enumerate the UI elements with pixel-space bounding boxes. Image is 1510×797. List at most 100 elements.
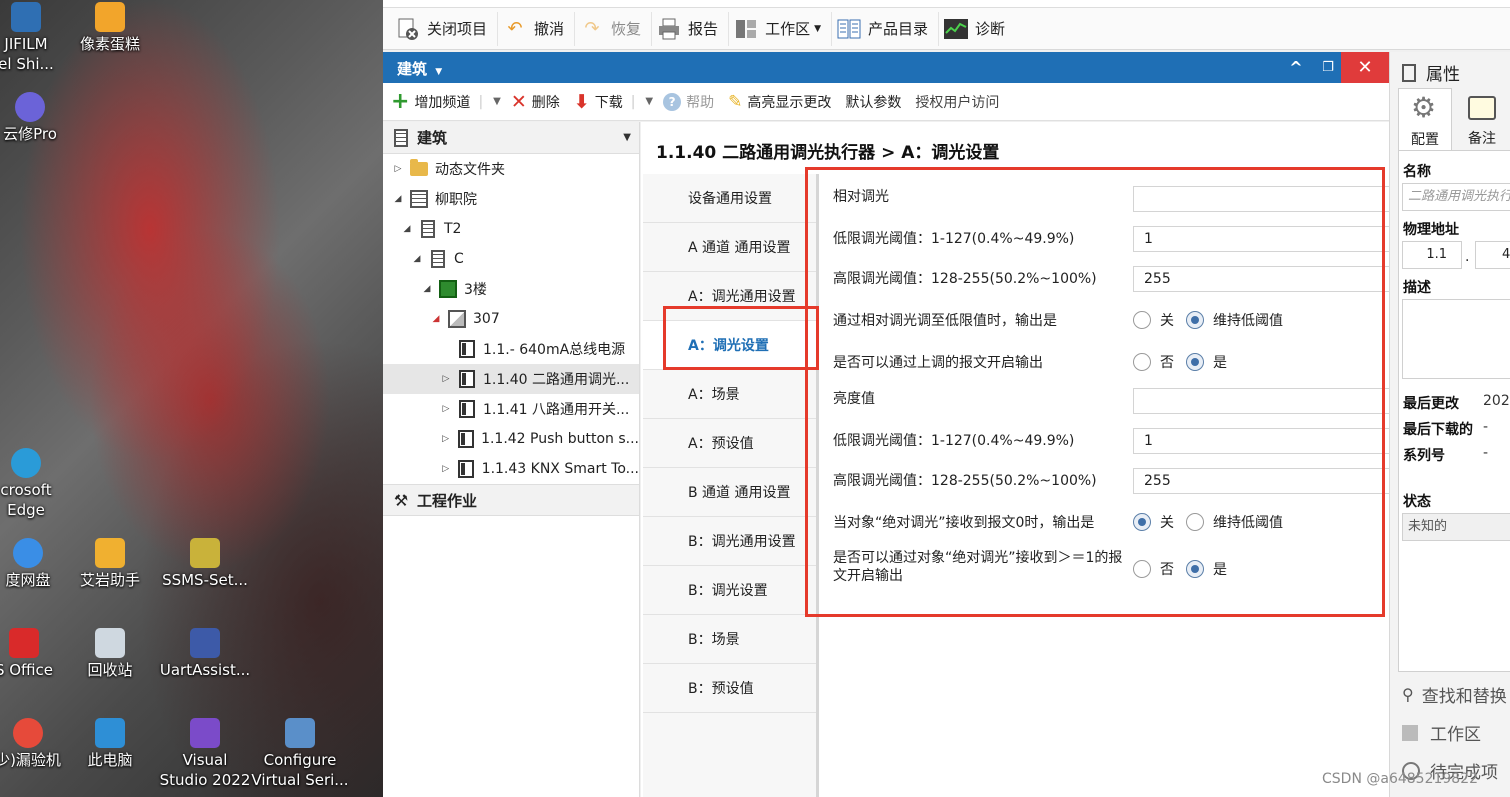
tree-item-liuzhiyuan[interactable]: ◢ 柳职院 bbox=[383, 184, 639, 214]
close-panel-button[interactable]: ✕ bbox=[1341, 52, 1389, 83]
add-channel-button[interactable]: + 增加频道 | bbox=[391, 89, 483, 114]
help-button[interactable]: ? 帮助 bbox=[663, 92, 714, 112]
tree-item-room-307[interactable]: ◢ 307 bbox=[383, 304, 639, 334]
radio-keep-low-threshold[interactable]: 维持低阈值 bbox=[1186, 310, 1283, 330]
tab-b-dimming-general[interactable]: B：调光通用设置 bbox=[643, 517, 816, 566]
description-textarea[interactable] bbox=[1402, 299, 1510, 379]
tree-header-building[interactable]: 建筑 ▼ bbox=[383, 122, 639, 154]
tab-b-scenes[interactable]: B：场景 bbox=[643, 615, 816, 664]
desktop-icon-configure-vsp[interactable]: Configure Virtual Seri... bbox=[250, 718, 350, 790]
radio-no[interactable]: 否 bbox=[1133, 352, 1174, 372]
delete-icon: ✕ bbox=[510, 90, 527, 113]
address-device-input[interactable]: 4 bbox=[1475, 241, 1510, 269]
tab-b-dimming-settings[interactable]: B：调光设置 bbox=[643, 566, 816, 615]
desktop-icon-ssms[interactable]: SSMS-Set... bbox=[155, 538, 255, 590]
name-label: 名称 bbox=[1403, 164, 1431, 180]
tree-header-project-tools[interactable]: ⚒ 工程作业 bbox=[383, 484, 639, 516]
highlight-changes-button[interactable]: ✎ 高亮显示更改 bbox=[728, 92, 831, 112]
radio-keep-low-threshold[interactable]: 维持低阈值 bbox=[1186, 512, 1283, 532]
undo-button[interactable]: ↶ 撤消 bbox=[498, 11, 576, 46]
tree-item-dynamic-folder[interactable]: ▷ 动态文件夹 bbox=[383, 154, 639, 184]
tree-item-device-1-1-42[interactable]: ▷ 1.1.42 Push button s... bbox=[383, 424, 639, 454]
address-area-input[interactable]: 1.1 bbox=[1402, 241, 1462, 269]
param-label: 当对象“绝对调光”接收到报文0时，输出是 bbox=[833, 515, 1095, 531]
radio-off[interactable]: 关 bbox=[1133, 512, 1174, 532]
expand-icon[interactable]: ▷ bbox=[439, 404, 453, 414]
high-threshold-input-2[interactable]: 255 bbox=[1133, 468, 1393, 494]
desktop-icon-yunxiu[interactable]: 云修Pro bbox=[0, 92, 80, 144]
tree-item-device-1-1-40[interactable]: ▷ 1.1.40 二路通用调光... bbox=[383, 364, 639, 394]
tree-item-t2[interactable]: ◢ T2 bbox=[383, 214, 639, 244]
desktop-icon-edge[interactable]: crosoft Edge bbox=[0, 448, 76, 520]
collapse-icon[interactable]: ◢ bbox=[400, 224, 414, 234]
tab-a-dimming-settings[interactable]: A：调光设置 bbox=[643, 321, 816, 370]
tab-a-scenes[interactable]: A：场景 bbox=[643, 370, 816, 419]
expand-icon[interactable]: ▷ bbox=[439, 464, 452, 474]
radio-off[interactable]: 关 bbox=[1133, 310, 1174, 330]
low-threshold-input-1[interactable]: 1 bbox=[1133, 226, 1393, 252]
collapse-button[interactable]: ^ bbox=[1279, 52, 1313, 83]
tab-a-presets[interactable]: A：预设值 bbox=[643, 419, 816, 468]
tab-b-presets[interactable]: B：预设值 bbox=[643, 664, 816, 713]
desktop-icon-this-pc[interactable]: 此电脑 bbox=[60, 718, 160, 770]
desktop-icon-pixcake[interactable]: 像素蛋糕 bbox=[60, 2, 160, 54]
desktop-icon-aiyan[interactable]: 艾岩助手 bbox=[60, 538, 160, 590]
folder-icon bbox=[409, 159, 429, 178]
tree-item-floor-3[interactable]: ◢ 3楼 bbox=[383, 274, 639, 304]
find-replace-pane[interactable]: ⚲ 查找和替换 bbox=[1402, 682, 1507, 707]
expand-icon[interactable]: ▷ bbox=[439, 374, 453, 384]
workspace-dropdown[interactable]: 工作区 ▼ bbox=[729, 11, 832, 46]
device-icon bbox=[457, 370, 477, 388]
tab-config[interactable]: ⚙ 配置 bbox=[1398, 88, 1452, 150]
radio-no[interactable]: 否 bbox=[1133, 559, 1174, 579]
download-button[interactable]: ⬇ 下载 | bbox=[574, 91, 636, 113]
serial-number-value: - bbox=[1483, 445, 1489, 461]
authorize-user-access-button[interactable]: 授权用户访问 bbox=[915, 92, 999, 112]
expand-icon[interactable]: ▷ bbox=[391, 164, 405, 174]
collapse-icon[interactable]: ◢ bbox=[391, 194, 405, 204]
high-threshold-input-1[interactable]: 255 bbox=[1133, 266, 1393, 292]
tree-item-device-1-1-43[interactable]: ▷ 1.1.43 KNX Smart To... bbox=[383, 454, 639, 484]
properties-tabs: ⚙ 配置 备注 bbox=[1398, 88, 1510, 150]
delete-button[interactable]: ✕ 删除 bbox=[511, 91, 560, 113]
restore-button[interactable]: ❐ bbox=[1311, 52, 1345, 83]
report-button[interactable]: 报告 bbox=[652, 11, 730, 46]
redo-button[interactable]: ↷ 恢复 bbox=[575, 11, 653, 46]
download-chevron-icon[interactable]: ▼ bbox=[645, 96, 653, 107]
panel-title-dropdown[interactable]: 建筑 ▼ bbox=[397, 58, 442, 79]
expand-icon[interactable]: ▷ bbox=[439, 434, 452, 444]
tab-a-dimming-general[interactable]: A：调光通用设置 bbox=[643, 272, 816, 321]
collapse-icon[interactable]: ◢ bbox=[410, 254, 424, 264]
tree-item-device-1-1-41[interactable]: ▷ 1.1.41 八路通用开关... bbox=[383, 394, 639, 424]
desktop-icon-visual-studio[interactable]: Visual Studio 2022 bbox=[155, 718, 255, 790]
collapse-icon[interactable]: ◢ bbox=[420, 284, 434, 294]
tab-notes[interactable]: 备注 bbox=[1455, 88, 1509, 150]
low-threshold-input-2[interactable]: 1 bbox=[1133, 428, 1393, 454]
tab-b-channel-general[interactable]: B 通道 通用设置 bbox=[643, 468, 816, 517]
serial-number-label: 系列号 bbox=[1403, 448, 1445, 464]
tree-item-device-power-supply[interactable]: 1.1.- 640mA总线电源 bbox=[383, 334, 639, 364]
divider: | bbox=[478, 93, 484, 110]
tab-device-general[interactable]: 设备通用设置 bbox=[643, 174, 816, 223]
tab-a-channel-general[interactable]: A 通道 通用设置 bbox=[643, 223, 816, 272]
building-tree: 建筑 ▼ ▷ 动态文件夹 ◢ 柳职院 ◢ T2 ◢ C ◢ 3楼 ◢ 307 1… bbox=[383, 122, 640, 797]
catalog-button[interactable]: 产品目录 bbox=[832, 11, 940, 46]
properties-config-body: 名称 二路通用调光执行 物理地址 1.1 . 4 描述 最后更改 202 最后下… bbox=[1398, 150, 1510, 672]
device-icon bbox=[457, 400, 477, 418]
radio-dot bbox=[1186, 513, 1204, 531]
workspace-pane[interactable]: 工作区 bbox=[1402, 720, 1481, 745]
desktop-icon-uartassist[interactable]: UartAssist... bbox=[155, 628, 255, 680]
properties-title: 属性 bbox=[1402, 60, 1460, 85]
add-channel-chevron-icon[interactable]: ▼ bbox=[493, 96, 501, 107]
collapse-icon[interactable]: ◢ bbox=[429, 314, 443, 324]
name-input[interactable]: 二路通用调光执行 bbox=[1402, 183, 1510, 211]
tree-item-c[interactable]: ◢ C bbox=[383, 244, 639, 274]
physical-address-label: 物理地址 bbox=[1403, 222, 1459, 238]
desktop-icon-recycle-bin[interactable]: 回收站 bbox=[60, 628, 160, 680]
aiyan-icon bbox=[95, 538, 125, 568]
default-params-button[interactable]: 默认参数 bbox=[845, 92, 901, 112]
radio-yes[interactable]: 是 bbox=[1186, 559, 1227, 579]
radio-yes[interactable]: 是 bbox=[1186, 352, 1227, 372]
diagnostics-button[interactable]: 诊断 bbox=[939, 12, 1015, 46]
close-project-button[interactable]: 关闭项目 bbox=[391, 11, 499, 46]
